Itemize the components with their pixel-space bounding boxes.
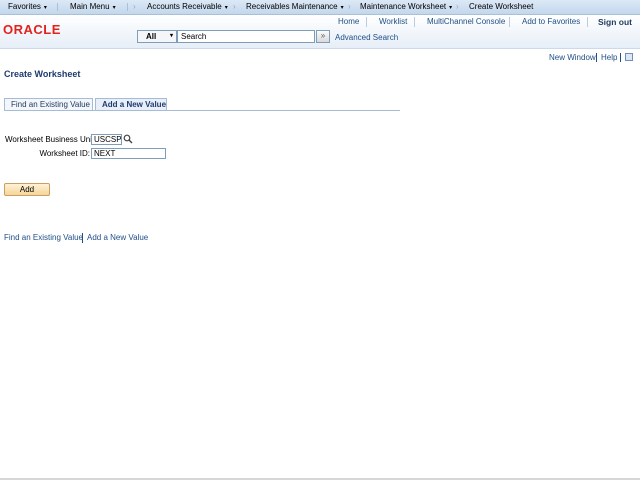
favorites-menu[interactable]: Favorites ▾ (8, 0, 47, 14)
add-to-favorites-link[interactable]: Add to Favorites (522, 17, 580, 27)
breadcrumb-label: Accounts Receivable (147, 2, 222, 11)
menu-divider (127, 3, 128, 11)
link-divider (82, 233, 83, 243)
breadcrumb-create-worksheet[interactable]: Create Worksheet (469, 0, 533, 14)
business-unit-input[interactable] (91, 134, 122, 145)
worksheet-id-input[interactable] (91, 148, 166, 159)
lookup-magnifier-icon[interactable] (123, 134, 133, 144)
tab-find-existing-value[interactable]: Find an Existing Value (4, 98, 93, 110)
search-go-button[interactable]: » (316, 30, 330, 43)
link-divider (366, 17, 367, 27)
main-menu-label: Main Menu (70, 2, 110, 11)
breadcrumb-receivables-maintenance[interactable]: Receivables Maintenance ▾ (246, 0, 344, 14)
help-link[interactable]: Help (601, 53, 617, 62)
worklist-link[interactable]: Worklist (379, 17, 407, 27)
chevron-down-icon: ▾ (340, 5, 344, 11)
link-divider (587, 17, 588, 27)
tab-divider (4, 110, 400, 111)
dropdown-arrow-icon: ▾ (169, 33, 173, 39)
breadcrumb-label: Maintenance Worksheet (360, 2, 447, 11)
breadcrumb-chevron-icon: › (456, 2, 459, 11)
search-input[interactable] (177, 30, 315, 43)
favorites-label: Favorites (8, 2, 41, 11)
page-title: Create Worksheet (4, 69, 81, 79)
chevron-down-icon: ▾ (449, 5, 453, 11)
chevron-down-icon: ▾ (224, 5, 228, 11)
magnifier-icon (123, 134, 133, 144)
tab-add-new-value[interactable]: Add a New Value (95, 98, 167, 110)
breadcrumb-chevron-icon: › (233, 2, 236, 11)
search-scope-select[interactable]: All ▾ (137, 30, 177, 43)
add-new-value-link[interactable]: Add a New Value (87, 233, 148, 242)
oracle-logo: ORACLE (3, 22, 61, 37)
search-scope-value: All (146, 32, 157, 41)
menu-divider (57, 3, 58, 11)
link-divider (509, 17, 510, 27)
multichannel-console-link[interactable]: MultiChannel Console (427, 17, 505, 27)
chevron-down-icon: ▾ (43, 5, 47, 11)
link-divider (596, 53, 597, 62)
business-unit-label: Worksheet Business Unit: (5, 135, 97, 144)
worksheet-id-label: Worksheet ID: (39, 149, 90, 158)
menu-bar: Favorites ▾ Main Menu ▾ › Accounts Receiva… (0, 0, 640, 15)
personalize-page-icon[interactable] (625, 53, 633, 61)
breadcrumb-maintenance-worksheet[interactable]: Maintenance Worksheet ▾ (360, 0, 452, 14)
breadcrumb-chevron-icon: › (133, 2, 136, 11)
link-divider (620, 53, 621, 62)
add-button[interactable]: Add (4, 183, 50, 196)
sign-out-link[interactable]: Sign out (598, 17, 632, 27)
new-window-link[interactable]: New Window (549, 53, 596, 62)
breadcrumb-chevron-icon: › (348, 2, 351, 11)
find-existing-value-link[interactable]: Find an Existing Value (4, 233, 83, 242)
chevron-down-icon: ▾ (112, 5, 116, 11)
link-divider (414, 17, 415, 27)
home-link[interactable]: Home (338, 17, 359, 27)
breadcrumb-accounts-receivable[interactable]: Accounts Receivable ▾ (147, 0, 228, 14)
advanced-search-link[interactable]: Advanced Search (335, 33, 398, 42)
breadcrumb-label: Receivables Maintenance (246, 2, 338, 11)
main-menu[interactable]: Main Menu ▾ (70, 0, 116, 14)
